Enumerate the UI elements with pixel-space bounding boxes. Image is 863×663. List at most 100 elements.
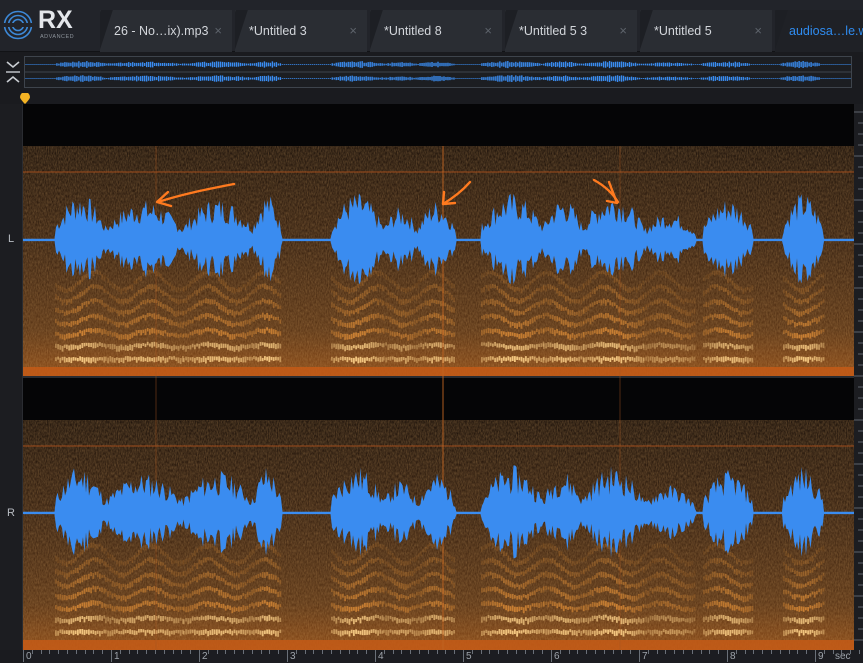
spectral-band bbox=[229, 617, 231, 623]
time-ruler[interactable]: 0 1 2 3 4 5 6 7 8 9 sec bbox=[23, 650, 863, 663]
tab-file-2[interactable]: *Untitled 3 × bbox=[235, 10, 367, 52]
close-icon[interactable]: × bbox=[214, 10, 222, 52]
spectral-band bbox=[643, 332, 645, 337]
spectral-band bbox=[613, 357, 616, 362]
spectral-band bbox=[820, 329, 823, 334]
spectral-band bbox=[585, 319, 587, 324]
spectral-band bbox=[361, 565, 364, 570]
spectral-band bbox=[635, 334, 638, 340]
spectral-band bbox=[645, 604, 647, 608]
spectral-band bbox=[135, 603, 138, 609]
spectral-band bbox=[651, 602, 654, 606]
spectral-band bbox=[144, 544, 147, 551]
spectral-band bbox=[246, 293, 249, 300]
close-icon[interactable]: × bbox=[349, 10, 357, 52]
spectral-band bbox=[720, 558, 723, 562]
spectral-band bbox=[733, 333, 736, 337]
spectral-band bbox=[627, 310, 629, 316]
spectral-band bbox=[131, 319, 134, 325]
spectral-band bbox=[70, 309, 73, 314]
spectral-band bbox=[213, 342, 216, 348]
spectral-band bbox=[331, 276, 333, 281]
spectral-band bbox=[209, 342, 212, 347]
tab-file-active[interactable]: audiosa…le.w bbox=[775, 10, 863, 52]
spectral-band bbox=[124, 584, 127, 590]
spectral-band bbox=[88, 286, 90, 290]
spectral-band bbox=[807, 595, 809, 599]
waveform-overview[interactable] bbox=[0, 52, 863, 92]
spectral-band bbox=[140, 629, 142, 633]
spectral-band bbox=[818, 588, 820, 593]
spectral-band bbox=[111, 343, 114, 350]
spectral-band bbox=[514, 346, 516, 351]
spectral-band bbox=[496, 615, 499, 620]
spectral-band bbox=[703, 303, 705, 307]
spectral-band bbox=[222, 592, 225, 598]
spectral-band bbox=[665, 343, 667, 348]
spectral-band bbox=[153, 600, 156, 605]
spectral-band bbox=[118, 560, 120, 567]
spectral-band bbox=[129, 629, 131, 635]
close-icon[interactable]: × bbox=[484, 10, 492, 52]
spectral-band bbox=[375, 542, 377, 547]
spectral-band bbox=[500, 563, 503, 569]
spectral-band bbox=[207, 586, 209, 591]
spectral-band bbox=[357, 606, 360, 612]
spectrogram-view[interactable] bbox=[23, 104, 854, 650]
close-icon[interactable]: × bbox=[619, 10, 627, 52]
spectral-band bbox=[63, 560, 66, 566]
spectral-band bbox=[120, 310, 123, 315]
spectral-band bbox=[605, 572, 607, 578]
collapse-expand-icon[interactable] bbox=[4, 58, 22, 86]
spectral-band bbox=[665, 573, 667, 579]
spectral-band bbox=[168, 557, 171, 561]
tab-file-1[interactable]: 26 - No…ix).mp3 × bbox=[100, 10, 232, 52]
spectral-band bbox=[607, 313, 609, 318]
spectral-band bbox=[554, 343, 556, 349]
spectral-band bbox=[162, 316, 164, 321]
spectral-band bbox=[431, 285, 433, 289]
spectral-band bbox=[549, 616, 552, 622]
spectral-band bbox=[379, 357, 382, 363]
spectral-band bbox=[796, 619, 798, 624]
spectral-band bbox=[229, 357, 231, 363]
spectral-band bbox=[189, 568, 192, 574]
spectral-band bbox=[257, 629, 260, 635]
tab-file-3[interactable]: *Untitled 8 × bbox=[370, 10, 502, 52]
spectral-band bbox=[72, 618, 75, 623]
tab-file-4[interactable]: *Untitled 5 3 × bbox=[505, 10, 637, 52]
spectral-band bbox=[402, 629, 405, 634]
spectral-band bbox=[411, 593, 414, 597]
spectral-band bbox=[667, 274, 669, 279]
spectral-band bbox=[140, 562, 142, 566]
close-icon[interactable]: × bbox=[754, 10, 762, 52]
spectral-band bbox=[507, 605, 510, 612]
spectral-band bbox=[138, 615, 140, 620]
spectral-band bbox=[658, 572, 661, 578]
spectral-band bbox=[565, 593, 567, 600]
spectral-band bbox=[631, 344, 634, 349]
spectral-band bbox=[233, 573, 236, 578]
spectral-band bbox=[533, 330, 536, 335]
time-ruler-tick bbox=[639, 650, 640, 662]
spectral-band bbox=[109, 307, 112, 313]
spectral-band bbox=[820, 547, 823, 551]
spectral-band bbox=[751, 285, 754, 291]
spectral-band bbox=[187, 593, 190, 599]
spectral-band bbox=[616, 291, 618, 298]
spectral-band bbox=[811, 568, 814, 573]
overview-waveform[interactable] bbox=[24, 56, 852, 88]
tab-file-5[interactable]: *Untitled 5 × bbox=[640, 10, 772, 52]
spectral-band bbox=[594, 357, 596, 362]
timeline-marker-row[interactable] bbox=[0, 92, 863, 104]
spectral-band bbox=[372, 298, 375, 303]
spectral-band bbox=[372, 313, 375, 320]
spectral-band bbox=[549, 586, 552, 592]
spectral-band bbox=[224, 629, 227, 633]
spectral-band bbox=[387, 356, 390, 361]
spectral-band bbox=[507, 294, 510, 301]
spectral-band bbox=[120, 560, 123, 565]
spectral-band bbox=[500, 331, 503, 337]
spectral-band bbox=[124, 561, 127, 566]
spectral-band bbox=[342, 297, 344, 303]
